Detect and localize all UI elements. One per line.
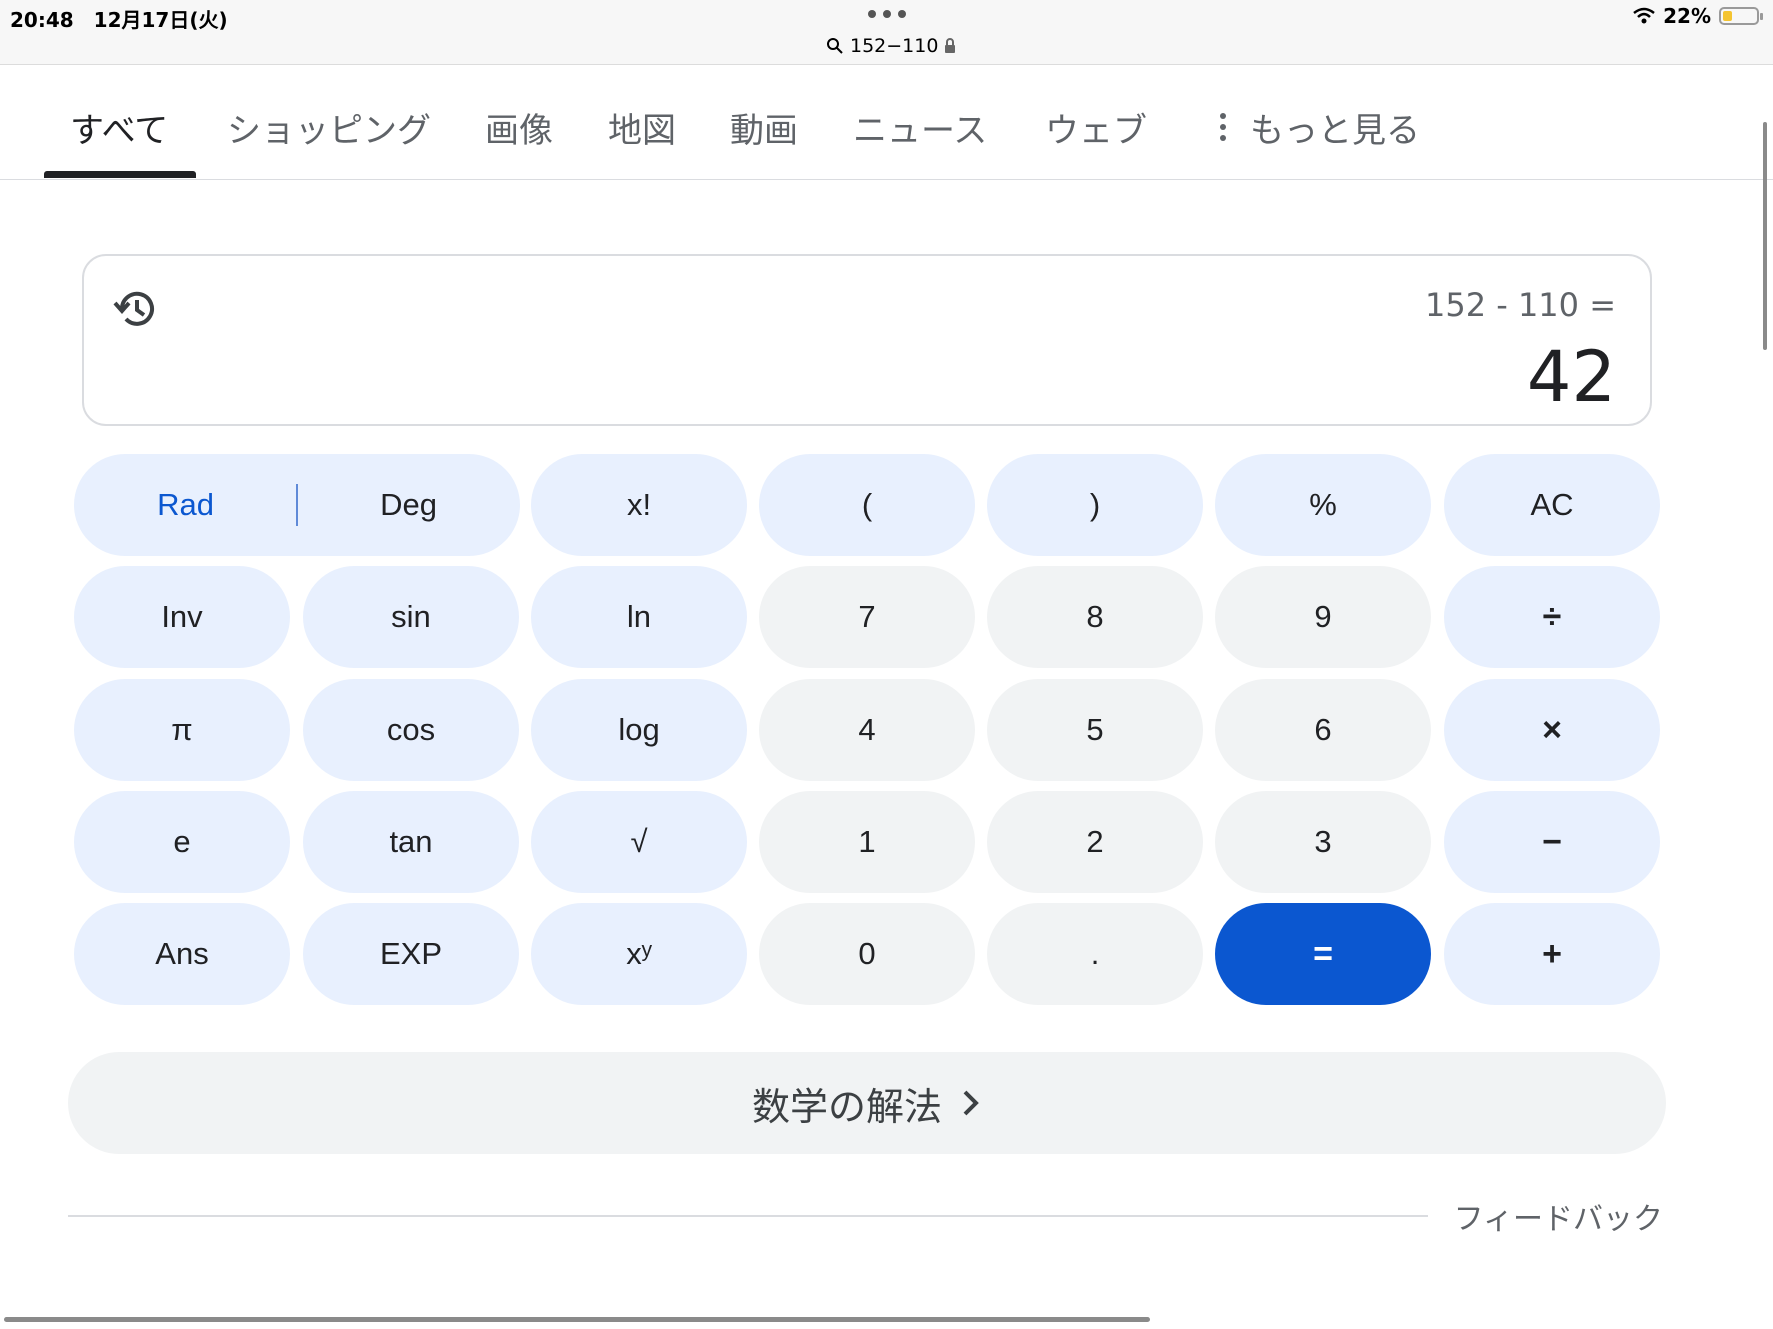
lock-icon [945, 38, 956, 53]
deg-button[interactable]: Deg [297, 487, 520, 523]
solve-math-button[interactable]: 数学の解法 [68, 1052, 1666, 1154]
url-text: 152−110 [850, 35, 939, 57]
percent-button[interactable]: % [1215, 454, 1431, 556]
add-button[interactable]: + [1444, 903, 1660, 1005]
status-time: 20:48 12月17日(火) [10, 8, 228, 32]
ln-button[interactable]: ln [531, 566, 747, 668]
equals-button[interactable]: = [1215, 903, 1431, 1005]
digit-9-button[interactable]: 9 [1215, 566, 1431, 668]
multitask-dots-icon[interactable] [868, 10, 906, 20]
digit-7-button[interactable]: 7 [759, 566, 975, 668]
tan-button[interactable]: tan [303, 791, 519, 893]
feedback-link[interactable]: フィードバック [1454, 1194, 1663, 1238]
digit-2-button[interactable]: 2 [987, 791, 1203, 893]
digit-1-button[interactable]: 1 [759, 791, 975, 893]
tab-active-indicator [44, 171, 196, 178]
exp-button[interactable]: EXP [303, 903, 519, 1005]
rad-button[interactable]: Rad [74, 487, 297, 523]
chevron-right-icon [963, 1090, 979, 1116]
rad-deg-divider [296, 484, 298, 526]
solve-math-label: 数学の解法 [751, 1084, 942, 1129]
more-vert-icon[interactable] [1220, 113, 1226, 141]
search-icon [827, 38, 843, 54]
digit-4-button[interactable]: 4 [759, 679, 975, 781]
rad-deg-toggle[interactable]: Rad Deg [74, 454, 520, 556]
calculator-expression: 152 - 110 = [1424, 286, 1616, 324]
wifi-icon [1633, 7, 1655, 24]
answer-button[interactable]: Ans [74, 903, 290, 1005]
multiply-button[interactable]: × [1444, 679, 1660, 781]
status-bar: 20:48 12月17日(火) 152−110 22% [0, 0, 1773, 65]
e-constant-button[interactable]: e [74, 791, 290, 893]
digit-3-button[interactable]: 3 [1215, 791, 1431, 893]
search-tabs: すべて ショッピング 画像 地図 動画 ニュース ウェブ もっと見る [0, 65, 1773, 180]
history-icon[interactable] [110, 284, 160, 334]
tab-maps[interactable]: 地図 [608, 103, 676, 152]
tab-videos[interactable]: 動画 [730, 103, 798, 152]
status-right: 22% [1633, 4, 1763, 28]
calculator-display: 152 - 110 = 42 [82, 254, 1652, 426]
address-bar[interactable]: 152−110 [826, 33, 956, 59]
horizontal-scrollbar[interactable] [4, 1317, 1150, 1322]
digit-6-button[interactable]: 6 [1215, 679, 1431, 781]
digit-5-button[interactable]: 5 [987, 679, 1203, 781]
factorial-button[interactable]: x! [531, 454, 747, 556]
tab-more[interactable]: もっと見る [1250, 103, 1420, 152]
power-button[interactable]: xʸ [531, 903, 747, 1005]
tab-images[interactable]: 画像 [485, 103, 553, 152]
sin-button[interactable]: sin [303, 566, 519, 668]
divider [68, 1215, 1428, 1217]
pi-button[interactable]: π [74, 679, 290, 781]
close-paren-button[interactable]: ) [987, 454, 1203, 556]
inverse-button[interactable]: Inv [74, 566, 290, 668]
vertical-scrollbar[interactable] [1763, 122, 1767, 350]
all-clear-button[interactable]: AC [1444, 454, 1660, 556]
divide-button[interactable]: ÷ [1444, 566, 1660, 668]
sqrt-button[interactable]: √ [531, 791, 747, 893]
log-button[interactable]: log [531, 679, 747, 781]
tab-web[interactable]: ウェブ [1045, 103, 1147, 152]
decimal-point-button[interactable]: . [987, 903, 1203, 1005]
cos-button[interactable]: cos [303, 679, 519, 781]
subtract-button[interactable]: − [1444, 791, 1660, 893]
open-paren-button[interactable]: ( [759, 454, 975, 556]
tab-news[interactable]: ニュース [853, 103, 987, 152]
tab-all[interactable]: すべて [70, 103, 168, 152]
battery-icon [1719, 7, 1763, 25]
tab-shopping[interactable]: ショッピング [227, 103, 431, 152]
digit-8-button[interactable]: 8 [987, 566, 1203, 668]
battery-percent: 22% [1663, 4, 1711, 28]
calculator-result: 42 [1526, 336, 1616, 418]
digit-0-button[interactable]: 0 [759, 903, 975, 1005]
